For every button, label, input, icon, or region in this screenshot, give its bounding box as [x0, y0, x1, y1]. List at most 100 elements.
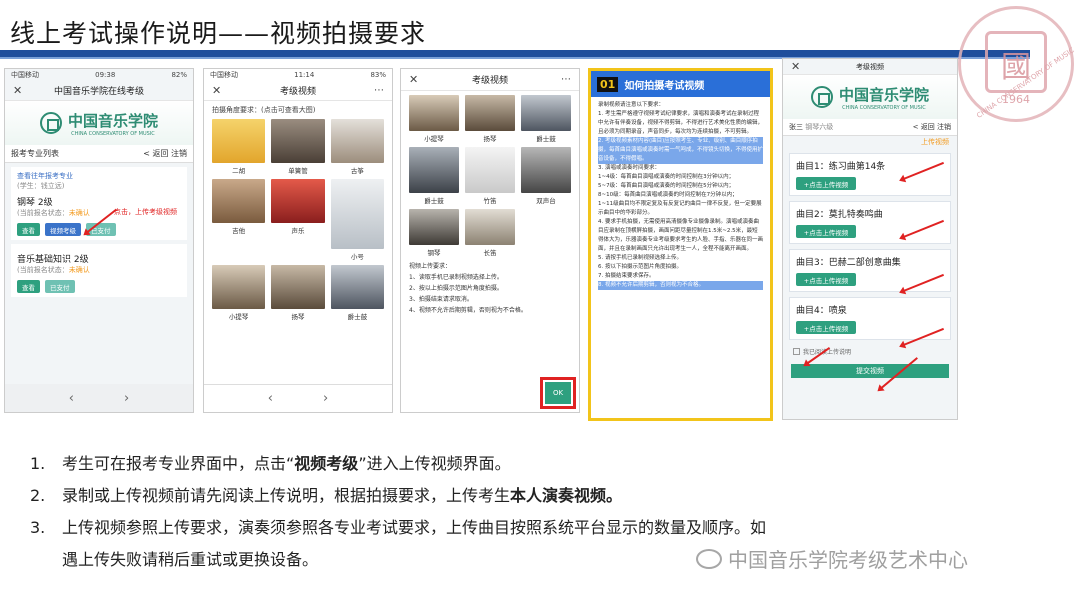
- example-thumb[interactable]: 小提琴: [212, 265, 266, 321]
- watermark: 中国音乐学院考级艺术中心: [696, 544, 968, 573]
- example-thumb[interactable]: 扬琴: [271, 265, 325, 321]
- example-label: 竹笛: [483, 197, 497, 205]
- guide-body: 录制视频请注意以下要求： 1. 考生需严格遵守视频考试纪律要求，演唱和演奏考试在…: [591, 97, 770, 294]
- nav-bar: ✕ 考级视频: [783, 59, 957, 75]
- logout-link[interactable]: 注销: [937, 123, 951, 131]
- browser-nav: ‹ ›: [204, 384, 392, 412]
- exam-card: 查看往年报考专业 (学生：钱立远) 钢琴 2级 (当前报名状态：未确认 查看 视…: [11, 167, 187, 240]
- example-thumb[interactable]: 小号: [330, 179, 384, 261]
- more-icon[interactable]: ⋯: [561, 74, 571, 85]
- status-value: 未确认: [68, 209, 90, 217]
- guide-paragraph: 5. 请按手机已录制视频选择上传。: [598, 255, 682, 261]
- view-button[interactable]: 查看: [17, 223, 40, 236]
- example-photo: [465, 147, 515, 193]
- example-thumb[interactable]: 小提琴: [409, 95, 459, 143]
- example-thumb[interactable]: 长笛: [465, 209, 515, 257]
- example-thumb[interactable]: 声乐: [271, 179, 325, 261]
- screenshot-exam-list: 中国移动 09:38 82% ✕ 中国音乐学院在线考级 中国音乐学院 CHINA…: [4, 68, 194, 413]
- back-chevron-icon[interactable]: ‹: [69, 391, 74, 406]
- example-thumb[interactable]: 吉他: [212, 179, 266, 261]
- guide-paragraph: 8~10级：每首曲目演唱或演奏的时间控制在7分钟以内；: [598, 192, 738, 198]
- close-icon[interactable]: ✕: [791, 60, 800, 73]
- forward-chevron-icon[interactable]: ›: [323, 391, 328, 406]
- upload-video-button[interactable]: +点击上传视频: [796, 273, 856, 286]
- upload-video-button[interactable]: +点击上传视频: [796, 177, 856, 190]
- student-label: (学生：钱立远): [17, 182, 65, 190]
- example-photo: [465, 95, 515, 131]
- more-icon[interactable]: ⋯: [374, 85, 384, 96]
- example-photo: [521, 147, 571, 193]
- back-chevron-icon[interactable]: ‹: [268, 391, 273, 406]
- close-icon[interactable]: ✕: [13, 84, 22, 97]
- example-label: 爵士鼓: [536, 135, 556, 143]
- guide-paragraph: 1~11级曲目均不限定复及有反复记的曲目一律不反复，但一定要展示曲目中的华彩部分…: [598, 201, 762, 216]
- example-photo: [212, 119, 266, 163]
- example-label: 单簧管: [288, 167, 308, 175]
- example-grid: 二胡 单簧管 古筝 吉他 声乐 小号 小提琴 扬琴 爵士鼓: [204, 119, 392, 321]
- example-thumb[interactable]: 爵士鼓: [409, 147, 459, 205]
- forward-chevron-icon[interactable]: ›: [124, 391, 129, 406]
- carrier-label: 中国移动: [210, 71, 238, 79]
- submit-video-button[interactable]: 提交视频: [791, 364, 949, 378]
- step-number: 2.: [30, 486, 46, 505]
- agree-checkbox[interactable]: [793, 348, 800, 355]
- back-link[interactable]: < 返回: [913, 123, 935, 131]
- title-underline: [0, 50, 1030, 57]
- example-thumb[interactable]: 二胡: [212, 119, 266, 175]
- step-text: 上传视频参照上传要求，演奏须参照各专业考试要求，上传曲目按照系统平台显示的数量及…: [62, 518, 767, 537]
- guide-paragraph: 6. 按以下拍摄示范图片角度拍摄。: [598, 264, 682, 270]
- example-thumb[interactable]: 扬琴: [465, 95, 515, 143]
- guide-intro: 录制视频请注意以下要求：: [598, 102, 665, 108]
- example-thumb[interactable]: 爵士鼓: [521, 95, 571, 143]
- view-history-link[interactable]: 查看往年报考专业: [17, 171, 181, 181]
- example-label: 小提琴: [424, 135, 444, 143]
- example-photo: [465, 209, 515, 245]
- view-button[interactable]: 查看: [17, 280, 40, 293]
- example-thumb[interactable]: 双声台: [521, 147, 571, 205]
- guide-paragraph: 1. 考生需严格遵守视频考试纪律要求，演唱和演奏考试在录制过程中允许有伴奏设备，…: [598, 111, 764, 135]
- guide-paragraph: 7. 拍摄结束要求保存。: [598, 273, 655, 279]
- logo-cn: 中国音乐学院: [67, 111, 158, 130]
- example-thumb[interactable]: 钢琴: [409, 209, 459, 257]
- logo-en: CHINA CONSERVATORY OF MUSIC: [842, 104, 926, 111]
- list-header: 报考专业列表 < 返回 注销: [5, 145, 193, 163]
- step-number: 1.: [30, 454, 46, 473]
- example-thumb[interactable]: 古筝: [330, 119, 384, 175]
- requirement-item: 3、拍摄结束请求取消。: [409, 296, 473, 303]
- guide-header: 01 如何拍摄考试视频: [591, 71, 770, 97]
- instruction-step: 1. 考生可在报考专业界面中，点击“视频考级”进入上传视频界面。: [30, 448, 766, 480]
- requirement-item: 2、按以上拍摄示范图片角度拍摄。: [409, 285, 503, 292]
- video-exam-button[interactable]: 视频考级: [45, 223, 81, 236]
- logout-link[interactable]: 注销: [171, 149, 187, 158]
- ok-button[interactable]: OK: [540, 377, 576, 409]
- close-icon[interactable]: ✕: [212, 84, 221, 97]
- clock-label: 09:38: [95, 71, 116, 79]
- screenshot-song-upload: ✕ 考级视频 中国音乐学院 CHINA CONSERVATORY OF MUSI…: [782, 58, 958, 420]
- song-title: 曲目4：喷泉: [796, 306, 847, 316]
- step-emphasis: 视频考级: [294, 454, 359, 473]
- page-title: 线上考试操作说明——视频拍摄要求: [10, 19, 427, 48]
- exam-card: 音乐基础知识 2级 (当前报名状态：未确认 查看 已支付: [11, 244, 187, 297]
- shooting-guide-card: 01 如何拍摄考试视频 录制视频请注意以下要求： 1. 考生需严格遵守视频考试纪…: [588, 68, 773, 421]
- close-icon[interactable]: ✕: [409, 73, 418, 86]
- step-text: 录制或上传视频前请先阅读上传说明，根据拍摄要求，上传考生: [62, 486, 511, 505]
- agree-row[interactable]: 我已阅读上传说明: [783, 345, 957, 358]
- nav-title: 考级视频: [856, 62, 884, 71]
- upload-video-button[interactable]: +点击上传视频: [796, 225, 856, 238]
- guide-title: 如何拍摄考试视频: [624, 80, 705, 92]
- back-link[interactable]: < 返回: [143, 149, 168, 158]
- example-label: 吉他: [232, 227, 246, 235]
- status-label: (当前报名状态：: [17, 266, 69, 274]
- example-label: 爵士鼓: [424, 197, 444, 205]
- guide-paragraph-highlight: 2. 考级视频素材内容(曲目)应按照考生、专业、级别、曲目顺序拍摄，每首曲目演唱…: [598, 137, 764, 164]
- paid-button[interactable]: 已支付: [45, 280, 75, 293]
- example-label: 长笛: [483, 249, 497, 257]
- example-thumb[interactable]: 竹笛: [465, 147, 515, 205]
- battery-label: 82%: [171, 71, 187, 79]
- logo-banner: 中国音乐学院 CHINA CONSERVATORY OF MUSIC: [5, 101, 193, 145]
- upload-video-button[interactable]: +点击上传视频: [796, 321, 856, 334]
- callout-note: 点击，上传考级视频: [114, 208, 177, 216]
- example-thumb[interactable]: 单簧管: [271, 119, 325, 175]
- nav-bar: ✕ 考级视频 ⋯: [204, 81, 392, 101]
- example-thumb[interactable]: 爵士鼓: [330, 265, 384, 321]
